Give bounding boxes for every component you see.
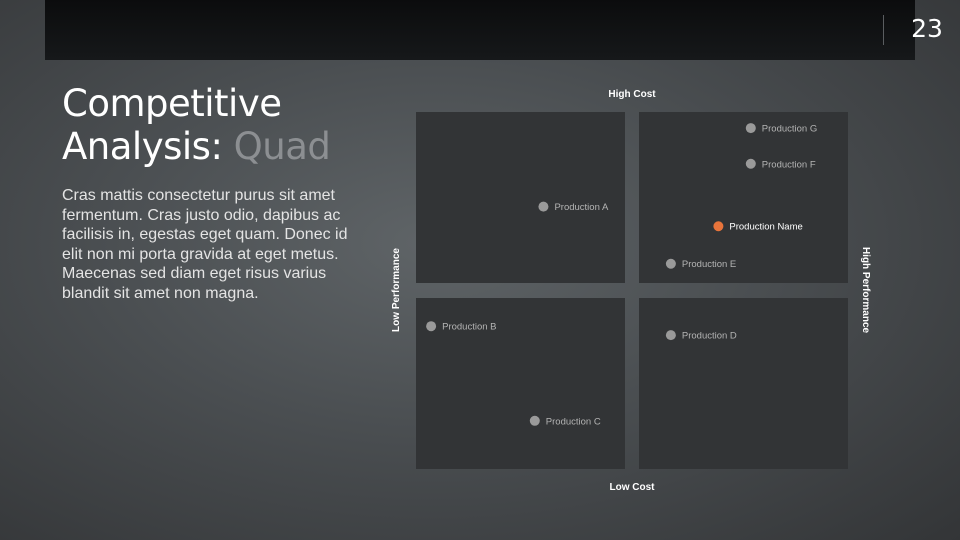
point-label-7: Production Name (729, 222, 802, 233)
axis-label-left: Low Performance (391, 248, 402, 332)
quad-chart: High Cost Low Cost Low Performance High … (391, 89, 871, 493)
point-label-1: Production B (442, 322, 496, 333)
quadrant-bottom-right (639, 298, 848, 469)
scatter-point-5 (745, 158, 756, 169)
scatter-point-4 (665, 258, 676, 269)
point-label-6: Production G (762, 124, 817, 135)
axis-label-top: High Cost (608, 89, 656, 100)
point-label-3: Production D (682, 331, 737, 342)
scatter-point-0 (538, 201, 549, 212)
axis-label-right: High Performance (860, 247, 871, 334)
quadrant-top-right (639, 112, 848, 283)
scatter-point-7 (713, 221, 724, 232)
scatter-point-1 (426, 321, 437, 332)
axis-label-bottom: Low Cost (610, 482, 656, 493)
point-label-5: Production F (762, 159, 816, 170)
scatter-point-2 (529, 415, 540, 426)
quadrant-top-left (416, 112, 625, 283)
point-label-2: Production C (546, 416, 601, 427)
point-label-4: Production E (682, 259, 736, 270)
scatter-point-3 (665, 330, 676, 341)
point-label-0: Production A (554, 202, 609, 213)
scatter-point-6 (745, 123, 756, 134)
